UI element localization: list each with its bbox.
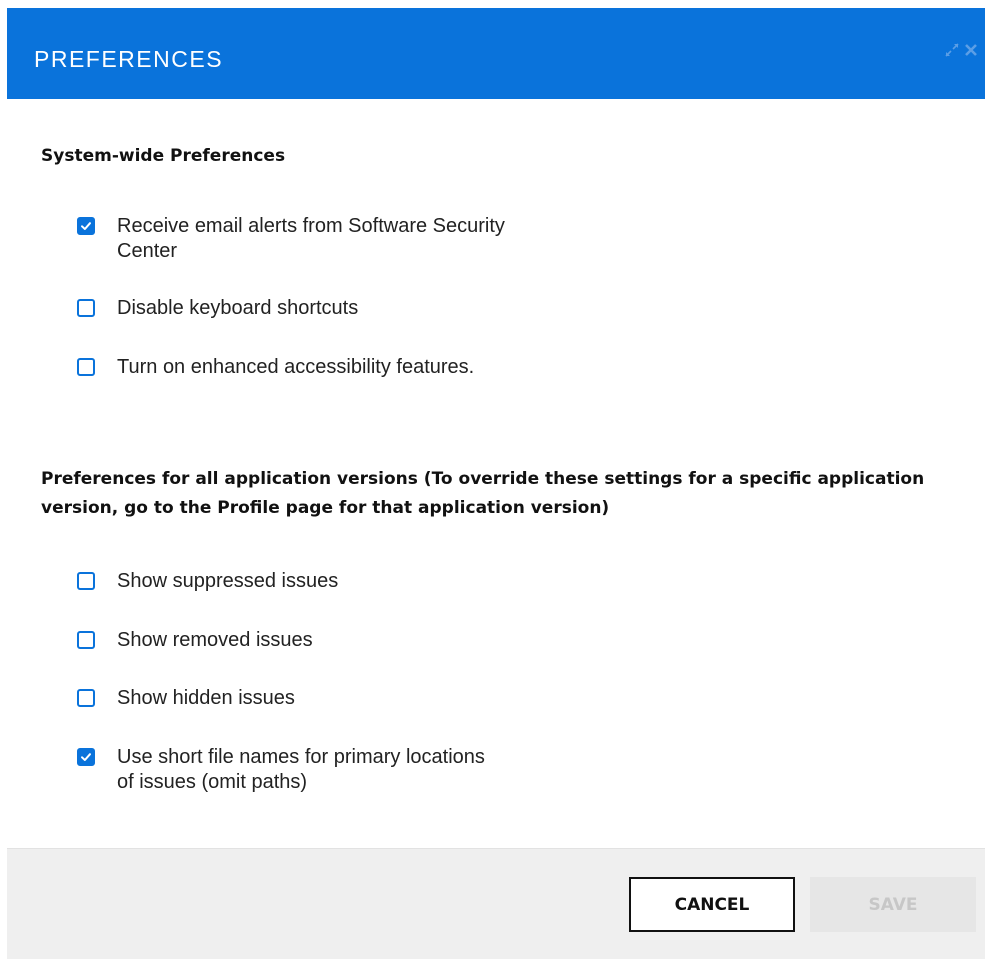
close-icon[interactable] xyxy=(963,42,979,58)
option-disable-shortcuts[interactable]: Disable keyboard shortcuts xyxy=(77,296,507,321)
show-suppressed-checkbox[interactable] xyxy=(77,572,95,590)
header-icons xyxy=(944,42,979,58)
save-button[interactable]: SAVE xyxy=(810,877,976,932)
option-short-file-names[interactable]: Use short file names for primary locatio… xyxy=(77,745,507,795)
option-show-suppressed[interactable]: Show suppressed issues xyxy=(77,569,507,594)
show-hidden-checkbox[interactable] xyxy=(77,689,95,707)
option-label: Disable keyboard shortcuts xyxy=(117,297,359,319)
checkmark-icon xyxy=(81,222,91,230)
option-accessibility[interactable]: Turn on enhanced accessibility features. xyxy=(77,355,507,380)
short-file-names-checkbox[interactable] xyxy=(77,748,95,766)
option-label: Receive email alerts from Software Secur… xyxy=(117,215,505,262)
dialog-footer: CANCEL SAVE xyxy=(7,848,985,959)
cancel-button[interactable]: CANCEL xyxy=(629,877,795,932)
option-email-alerts[interactable]: Receive email alerts from Software Secur… xyxy=(77,214,507,264)
option-label: Show hidden issues xyxy=(117,687,295,709)
option-label: Turn on enhanced accessibility features. xyxy=(117,356,475,378)
option-label: Show removed issues xyxy=(117,629,313,651)
system-section-title: System-wide Preferences xyxy=(41,146,286,166)
option-label: Show suppressed issues xyxy=(117,570,339,592)
dialog-title: PREFERENCES xyxy=(34,46,224,72)
dialog-header: PREFERENCES xyxy=(7,8,985,99)
option-label: Use short file names for primary locatio… xyxy=(117,746,485,793)
app-section-title: Preferences for all application versions… xyxy=(41,469,925,518)
checkmark-icon xyxy=(81,753,91,761)
show-removed-checkbox[interactable] xyxy=(77,631,95,649)
disable-shortcuts-checkbox[interactable] xyxy=(77,299,95,317)
accessibility-checkbox[interactable] xyxy=(77,358,95,376)
expand-icon[interactable] xyxy=(944,42,960,58)
option-show-hidden[interactable]: Show hidden issues xyxy=(77,686,507,711)
option-show-removed[interactable]: Show removed issues xyxy=(77,628,507,653)
email-alerts-checkbox[interactable] xyxy=(77,217,95,235)
preferences-dialog: PREFERENCES System-wide Preferences Rece… xyxy=(0,0,985,959)
